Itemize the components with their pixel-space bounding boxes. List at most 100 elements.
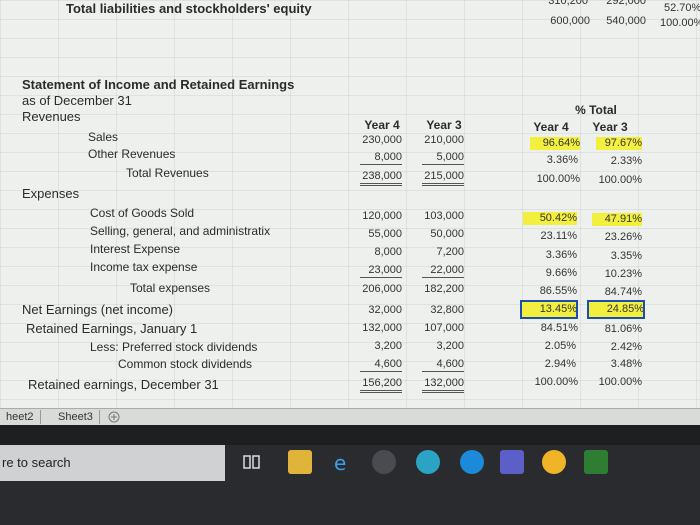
common-div-year3: 4,600 xyxy=(422,358,464,372)
tax-pct3: 10.23% xyxy=(604,268,642,280)
net-earnings-year3: 32,800 xyxy=(430,304,464,316)
top-cut-v2: 292,000 xyxy=(606,0,646,7)
row-label-other-revenues: Other Revenues xyxy=(88,147,176,161)
pct-year3-header: Year 3 xyxy=(592,120,628,134)
total-exp-pct4: 86.55% xyxy=(539,285,577,297)
other-rev-pct3: 2.33% xyxy=(610,155,642,167)
tax-year3: 22,000 xyxy=(422,264,464,278)
row-label-common-dividends: Common stock dividends xyxy=(118,357,253,371)
retained-dec-pct4: 100.00% xyxy=(534,376,578,388)
sales-pct4[interactable]: 96.64% xyxy=(530,137,580,150)
total-exp-year4: 206,000 xyxy=(362,283,402,295)
sheet-tab-bar: heet2 Sheet3 xyxy=(0,408,700,425)
new-sheet-icon[interactable] xyxy=(102,410,124,424)
tax-year4: 23,000 xyxy=(360,264,402,278)
sales-year4: 230,000 xyxy=(362,134,402,146)
row-label-retained-jan1: Retained Earnings, January 1 xyxy=(26,321,198,336)
row-label-interest: Interest Expense xyxy=(90,242,181,256)
row-label-net-earnings: Net Earnings (net income) xyxy=(22,302,174,317)
col-year3-header: Year 3 xyxy=(426,118,462,132)
retained-dec-year4: 156,200 xyxy=(360,377,402,393)
total-exp-year3: 182,200 xyxy=(424,283,464,295)
pref-div-pct4: 2.05% xyxy=(544,340,576,352)
retained-jan-pct3: 81.06% xyxy=(604,323,642,335)
net-earnings-year4: 32,000 xyxy=(368,304,402,316)
sga-year4: 55,000 xyxy=(368,228,402,240)
sales-year3: 210,000 xyxy=(424,134,464,146)
interest-pct4: 3.36% xyxy=(545,249,577,261)
sheet-tab-sheet2[interactable]: heet2 xyxy=(0,410,41,424)
total-rev-pct3: 100.00% xyxy=(598,174,642,186)
app-icon[interactable] xyxy=(460,450,484,474)
row-label-sales: Sales xyxy=(88,130,119,144)
edge-browser-icon[interactable]: e xyxy=(330,450,354,475)
total-rev-year4: 238,000 xyxy=(360,170,402,186)
col-year4-header: Year 4 xyxy=(364,118,400,132)
skype-icon[interactable] xyxy=(416,450,440,474)
screen: Total liabilities and stockholders' equi… xyxy=(0,0,700,525)
total-liab-year3: 540,000 xyxy=(606,15,646,27)
sheet-tab-sheet3[interactable]: Sheet3 xyxy=(52,410,100,424)
file-explorer-icon[interactable] xyxy=(288,450,312,474)
cogs-year4: 120,000 xyxy=(362,210,402,222)
net-earnings-pct3-cell[interactable]: 24.85% xyxy=(587,300,645,319)
row-label-retained-dec31: Retained earnings, December 31 xyxy=(28,377,219,392)
retained-dec-pct3: 100.00% xyxy=(598,376,642,388)
total-rev-year3: 215,000 xyxy=(422,170,464,186)
spreadsheet-grid[interactable]: Total liabilities and stockholders' equi… xyxy=(0,0,700,408)
store-icon[interactable] xyxy=(372,450,396,474)
tax-pct4: 9.66% xyxy=(545,267,577,279)
cogs-pct3[interactable]: 47.91% xyxy=(592,213,642,226)
row-label-preferred-dividends: Less: Preferred stock dividends xyxy=(90,340,258,354)
pct-total-header: % Total xyxy=(575,103,617,117)
interest-year4: 8,000 xyxy=(374,246,402,258)
retained-jan-year3: 107,000 xyxy=(424,322,464,334)
row-label-cogs: Cost of Goods Sold xyxy=(90,206,195,220)
common-div-year4: 4,600 xyxy=(360,358,402,372)
statement-title: Statement of Income and Retained Earning… xyxy=(22,77,295,92)
cogs-pct4[interactable]: 50.42% xyxy=(523,212,577,225)
cogs-year3: 103,000 xyxy=(424,210,464,222)
total-liab-pct: 100.00% xyxy=(660,17,700,29)
other-rev-year3: 5,000 xyxy=(422,151,464,165)
pref-div-year3: 3,200 xyxy=(436,340,464,352)
chrome-icon[interactable] xyxy=(542,450,566,474)
other-rev-year4: 8,000 xyxy=(360,151,402,165)
row-label-sga: Selling, general, and administratix xyxy=(90,224,271,238)
excel-icon[interactable] xyxy=(584,450,608,474)
retained-jan-pct4: 84.51% xyxy=(540,322,578,334)
top-cut-v3: 52.70% xyxy=(664,2,700,14)
row-label-income-tax: Income tax expense xyxy=(90,260,198,274)
other-rev-pct4: 3.36% xyxy=(546,154,578,166)
sales-pct3[interactable]: 97.67% xyxy=(596,137,642,150)
pref-div-pct3: 2.42% xyxy=(610,341,642,353)
teams-icon[interactable] xyxy=(500,450,524,474)
svg-text:e: e xyxy=(334,451,346,474)
taskbar-search-box[interactable]: re to search xyxy=(0,445,225,481)
interest-pct3: 3.35% xyxy=(610,250,642,262)
taskbar-search-placeholder: re to search xyxy=(2,455,71,470)
row-label-total-expenses: Total expenses xyxy=(130,281,211,295)
top-cut-v1: 310,200 xyxy=(548,0,588,7)
retained-dec-year3: 132,000 xyxy=(422,377,464,393)
common-div-pct4: 2.94% xyxy=(544,358,576,370)
row-label-total-revenues: Total Revenues xyxy=(126,166,209,180)
sga-year3: 50,000 xyxy=(430,228,464,240)
interest-year3: 7,200 xyxy=(436,246,464,258)
expenses-heading: Expenses xyxy=(22,186,80,201)
total-liab-year4: 600,000 xyxy=(550,15,590,27)
sga-pct3: 23.26% xyxy=(604,231,642,243)
total-exp-pct3: 84.74% xyxy=(604,286,642,298)
revenues-heading: Revenues xyxy=(22,109,81,124)
common-div-pct3: 3.48% xyxy=(610,358,642,370)
status-area xyxy=(0,425,700,445)
total-liabilities-label: Total liabilities and stockholders' equi… xyxy=(66,1,312,16)
task-view-icon[interactable] xyxy=(240,450,264,474)
net-earnings-pct4-selected-cell[interactable]: 13.45% xyxy=(520,300,578,319)
taskbar: re to search e xyxy=(0,445,700,525)
statement-date: as of December 31 xyxy=(22,93,132,108)
pref-div-year4: 3,200 xyxy=(374,340,402,352)
pct-year4-header: Year 4 xyxy=(533,120,569,134)
retained-jan-year4: 132,000 xyxy=(362,322,402,334)
sga-pct4: 23.11% xyxy=(540,230,578,242)
